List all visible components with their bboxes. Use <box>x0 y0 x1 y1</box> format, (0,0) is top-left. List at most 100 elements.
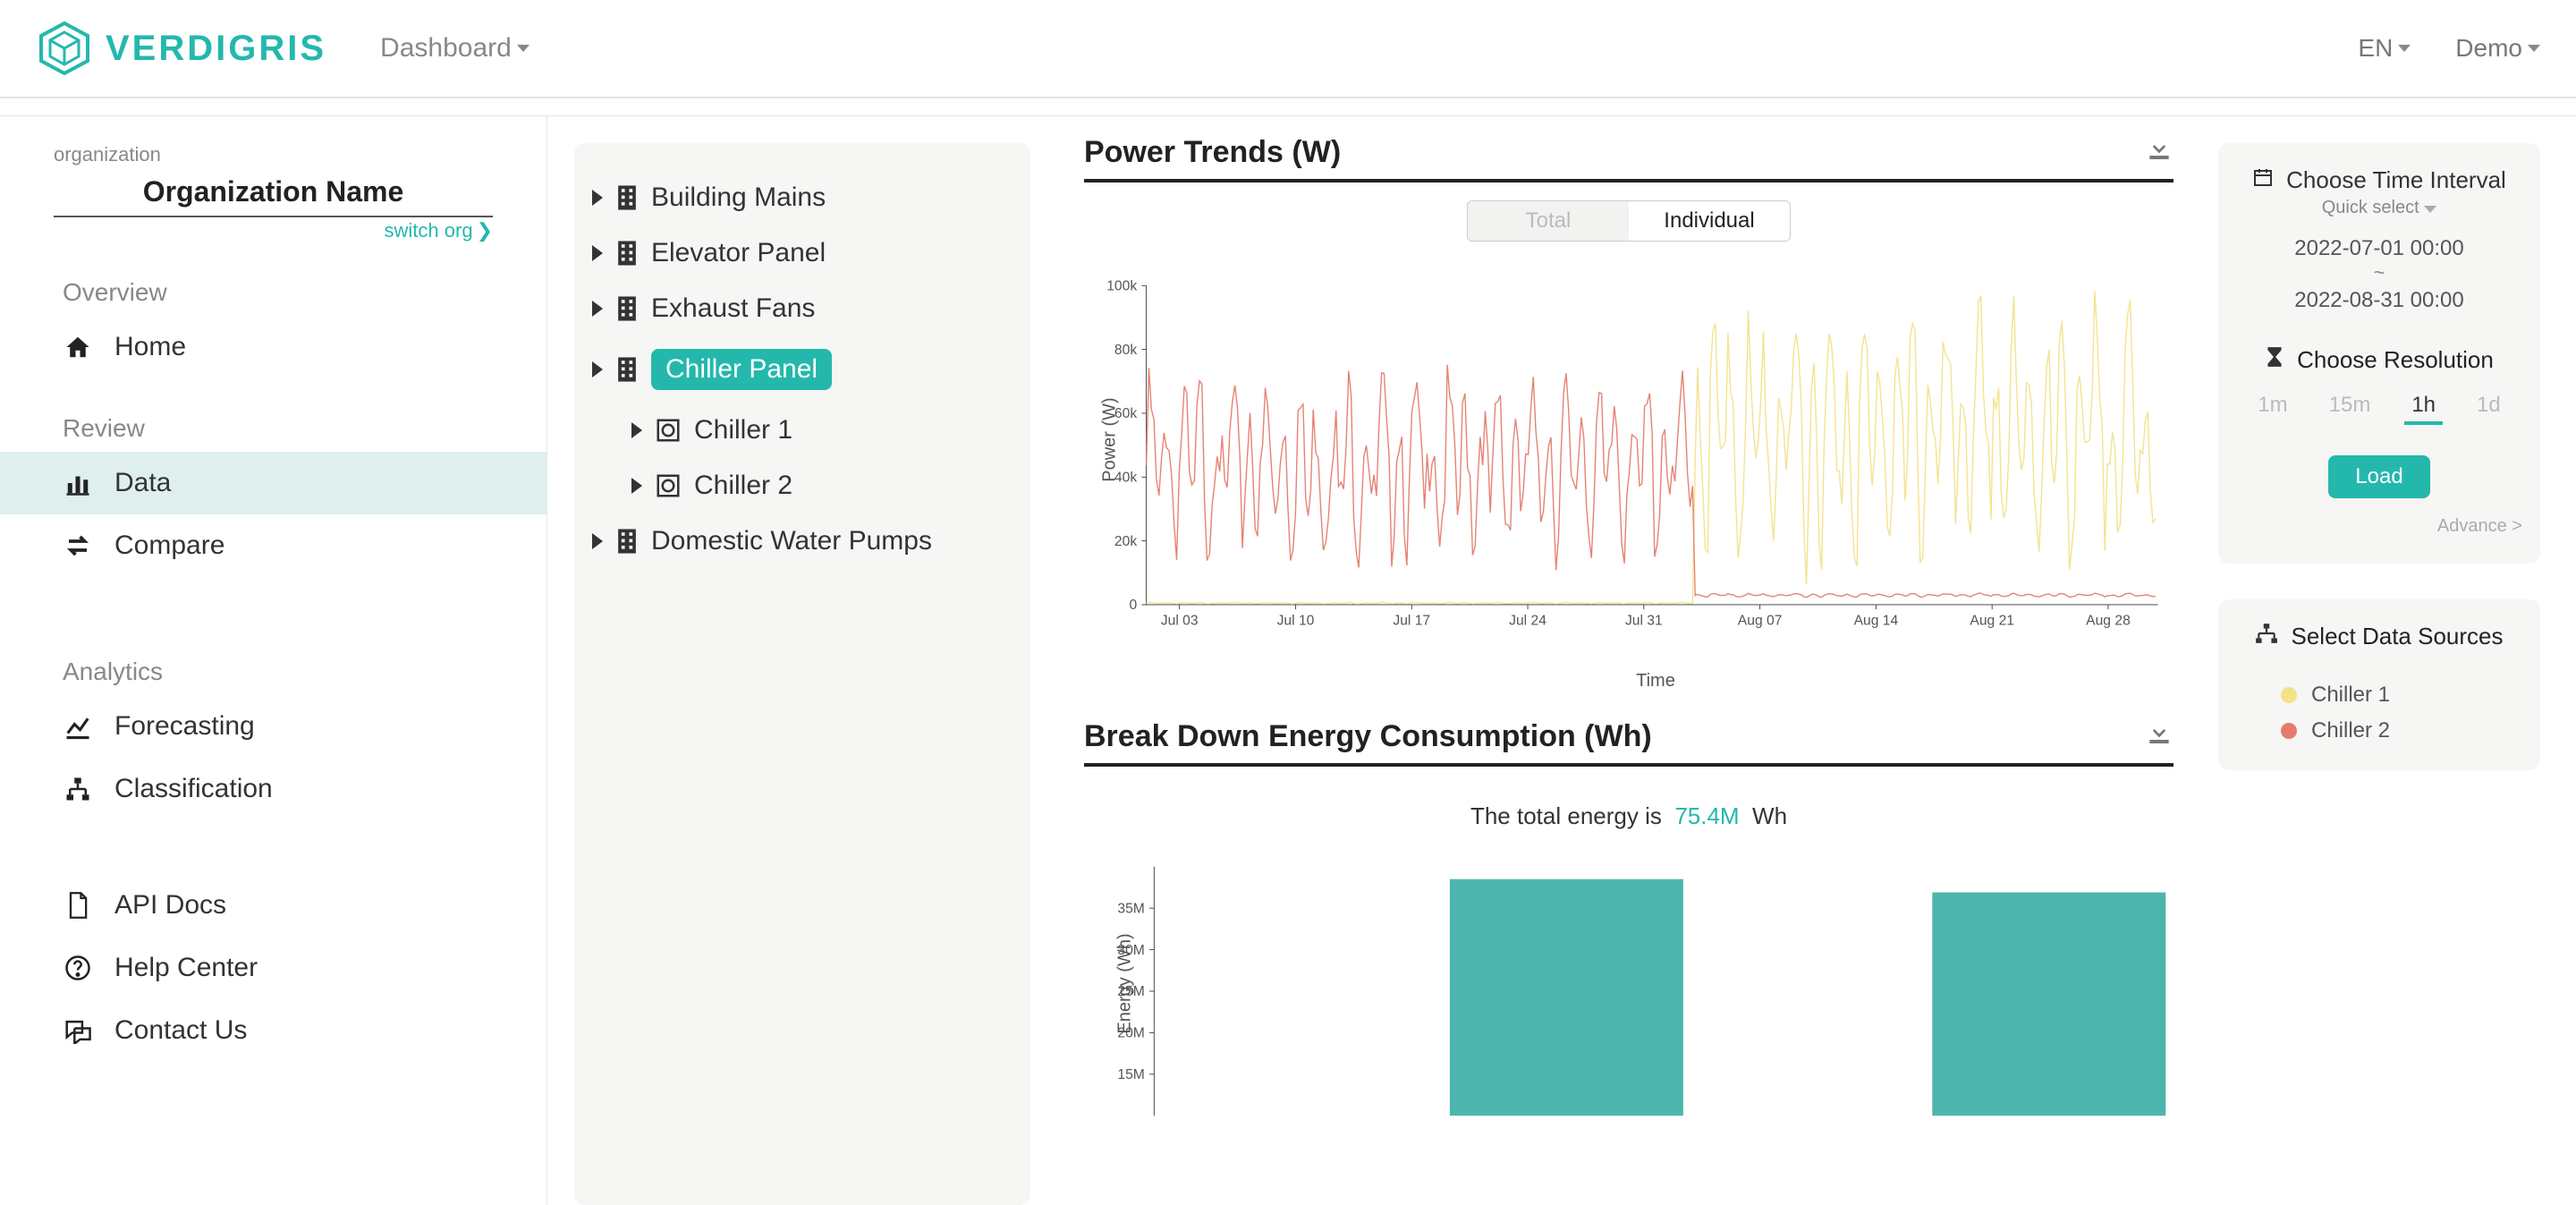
building-icon <box>615 183 639 212</box>
compare-icon <box>63 530 93 561</box>
section-review: Review <box>0 378 547 452</box>
toggle-total[interactable]: Total <box>1468 201 1629 241</box>
sidebar-item-help-center[interactable]: Help Center <box>0 937 547 999</box>
download-icon[interactable] <box>2145 134 2174 170</box>
bar-chart-svg: 15M20M25M30M35M <box>1084 848 2174 1134</box>
sidebar-item-classification[interactable]: Classification <box>0 758 547 820</box>
svg-text:15M: 15M <box>1117 1067 1144 1082</box>
chart-ylabel: Energy (Wh) <box>1115 933 1136 1033</box>
right-panel: Choose Time Interval Quick select 2022-0… <box>2200 116 2576 1205</box>
sidebar-item-label: API Docs <box>114 890 226 921</box>
caret-down-icon <box>2398 45 2411 52</box>
power-trends-chart: Power (W) 020k40k60k80k100kJul 03Jul 10J… <box>1084 250 2174 671</box>
resolution-options: 1m 15m 1h 1d <box>2236 389 2522 425</box>
sidebar-item-label: Data <box>114 468 171 498</box>
tree-label: Chiller 2 <box>694 471 792 501</box>
sidebar-item-home[interactable]: Home <box>0 316 547 378</box>
res-1d[interactable]: 1d <box>2470 389 2508 425</box>
tree-item-chiller-panel[interactable]: Chiller Panel <box>592 336 1013 403</box>
language-label: EN <box>2358 34 2393 63</box>
home-icon <box>63 332 93 362</box>
sidebar-item-label: Compare <box>114 530 225 561</box>
help-icon <box>63 953 93 983</box>
sidebar-item-label: Help Center <box>114 953 258 983</box>
sidebar-item-contact-us[interactable]: Contact Us <box>0 999 547 1062</box>
power-trends-title: Power Trends (W) <box>1084 135 1341 170</box>
svg-text:Aug 28: Aug 28 <box>2086 614 2131 629</box>
device-icon <box>655 472 682 499</box>
tree-label: Building Mains <box>651 182 826 213</box>
data-sources-title: Select Data Sources <box>2291 623 2503 650</box>
caret-right-icon <box>592 190 603 206</box>
sidebar-item-label: Home <box>114 332 186 362</box>
res-1h[interactable]: 1h <box>2404 389 2443 425</box>
tree-label: Exhaust Fans <box>651 293 815 324</box>
user-label: Demo <box>2455 34 2522 63</box>
sidebar-item-compare[interactable]: Compare <box>0 514 547 577</box>
chat-icon <box>63 1015 93 1046</box>
verdigris-logo-icon <box>36 20 93 77</box>
tree-item-elevator-panel[interactable]: Elevator Panel <box>592 225 1013 281</box>
caret-down-icon <box>2528 45 2540 52</box>
date-end[interactable]: 2022-08-31 00:00 <box>2236 288 2522 313</box>
load-button[interactable]: Load <box>2328 455 2429 498</box>
sidebar-item-label: Classification <box>114 774 273 804</box>
sidebar-item-label: Contact Us <box>114 1015 247 1046</box>
caret-down-icon <box>2424 206 2436 213</box>
svg-text:20k: 20k <box>1114 534 1137 549</box>
power-trends-header: Power Trends (W) <box>1084 134 2174 182</box>
view-toggle: Total Individual <box>1467 200 1791 242</box>
tree-item-exhaust-fans[interactable]: Exhaust Fans <box>592 281 1013 336</box>
building-icon <box>615 294 639 323</box>
device-tree-panel: Building Mains Elevator Panel Exhaust Fa… <box>574 143 1030 1205</box>
legend-chiller-1[interactable]: Chiller 1 <box>2236 672 2522 708</box>
brand-name: VERDIGRIS <box>106 29 326 69</box>
data-sources-card: Select Data Sources Chiller 1 Chiller 2 <box>2218 599 2540 770</box>
advance-link[interactable]: Advance > <box>2236 516 2522 537</box>
sidebar-item-api-docs[interactable]: API Docs <box>0 874 547 937</box>
switch-org-link[interactable]: switch org❯ <box>0 219 547 242</box>
org-label: organization <box>0 143 547 166</box>
sitemap-icon <box>2255 623 2278 650</box>
tree-item-building-mains[interactable]: Building Mains <box>592 170 1013 225</box>
building-icon <box>615 527 639 556</box>
total-energy-value: 75.4M <box>1674 802 1739 829</box>
chart-xlabel: Time <box>1084 671 2174 692</box>
tree-item-chiller-2[interactable]: Chiller 2 <box>592 458 1013 513</box>
download-icon[interactable] <box>2145 718 2174 754</box>
caret-right-icon <box>631 478 642 494</box>
res-15m[interactable]: 15m <box>2322 389 2378 425</box>
language-dropdown[interactable]: EN <box>2358 34 2411 63</box>
nav-dashboard-dropdown[interactable]: Dashboard <box>380 33 530 64</box>
chevron-right-icon: ❯ <box>477 219 493 242</box>
date-separator: ~ <box>2236 261 2522 284</box>
section-analytics: Analytics <box>0 577 547 695</box>
tree-label: Chiller 1 <box>694 415 792 446</box>
svg-text:100k: 100k <box>1106 278 1137 293</box>
legend-chiller-2[interactable]: Chiller 2 <box>2236 708 2522 743</box>
caret-right-icon <box>592 533 603 549</box>
tree-item-domestic-water-pumps[interactable]: Domestic Water Pumps <box>592 513 1013 569</box>
caret-right-icon <box>592 361 603 378</box>
svg-text:Aug 21: Aug 21 <box>1970 614 2014 629</box>
sitemap-icon <box>63 774 93 804</box>
svg-text:Jul 24: Jul 24 <box>1509 614 1546 629</box>
breakdown-bar-chart: Energy (Wh) 15M20M25M30M35M <box>1084 848 2174 1134</box>
tree-label: Domestic Water Pumps <box>651 526 932 556</box>
sidebar-item-data[interactable]: Data <box>0 452 547 514</box>
caret-down-icon <box>517 45 530 52</box>
date-start[interactable]: 2022-07-01 00:00 <box>2236 236 2522 261</box>
brand-logo[interactable]: VERDIGRIS <box>36 20 326 77</box>
legend-label: Chiller 2 <box>2311 718 2390 743</box>
res-1m[interactable]: 1m <box>2250 389 2294 425</box>
toggle-individual[interactable]: Individual <box>1629 201 1790 241</box>
svg-text:35M: 35M <box>1117 901 1144 916</box>
calendar-icon <box>2252 166 2274 194</box>
svg-text:Jul 10: Jul 10 <box>1277 614 1315 629</box>
sidebar-item-forecasting[interactable]: Forecasting <box>0 695 547 758</box>
svg-text:0: 0 <box>1129 598 1137 613</box>
user-dropdown[interactable]: Demo <box>2455 34 2540 63</box>
chart-ylabel: Power (W) <box>1100 397 1121 481</box>
quick-select-dropdown[interactable]: Quick select <box>2236 198 2522 218</box>
tree-item-chiller-1[interactable]: Chiller 1 <box>592 403 1013 458</box>
